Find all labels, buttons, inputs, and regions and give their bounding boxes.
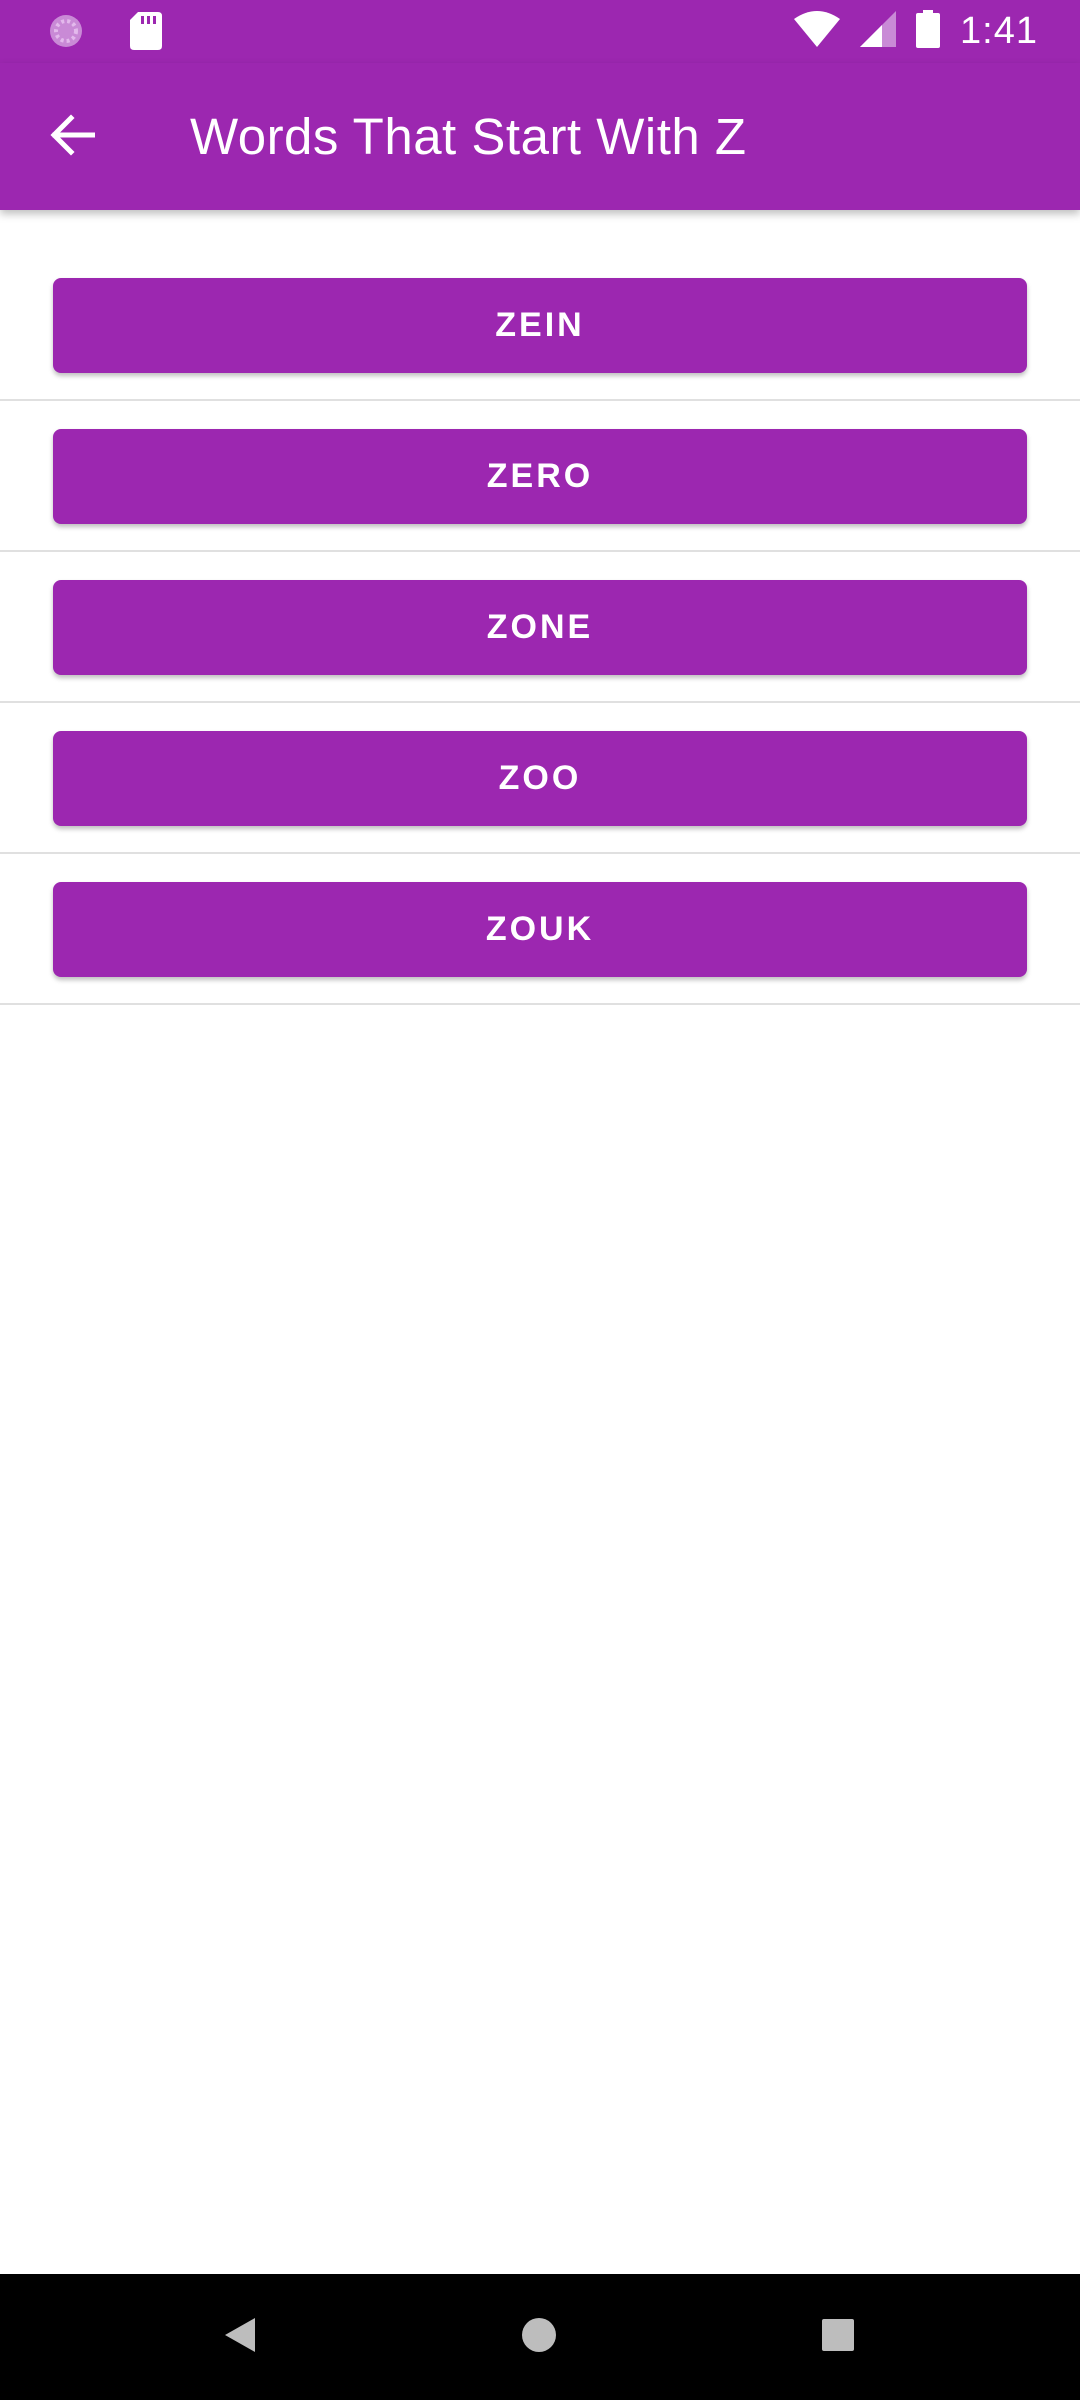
nav-recents-button[interactable] [812, 2311, 864, 2363]
word-button-zein[interactable]: ZEIN [53, 278, 1027, 373]
home-circle-icon [520, 2316, 558, 2359]
nav-back-button[interactable] [214, 2311, 266, 2363]
signal-icon [860, 11, 897, 52]
list-item: ZEIN [0, 250, 1080, 401]
word-button-zoo[interactable]: ZOO [53, 731, 1027, 826]
word-button-zone[interactable]: ZONE [53, 580, 1027, 675]
word-list: ZEIN ZERO ZONE ZOO ZOUK [0, 250, 1080, 1005]
app-bar: Words That Start With Z [0, 63, 1080, 210]
sd-card-icon [130, 12, 162, 55]
wifi-icon [794, 11, 841, 52]
loading-icon [48, 13, 84, 54]
recents-square-icon [821, 2318, 855, 2357]
navigation-bar [0, 2274, 1080, 2400]
list-item: ZERO [0, 401, 1080, 552]
list-item: ZONE [0, 552, 1080, 703]
word-button-zero[interactable]: ZERO [53, 429, 1027, 524]
battery-icon [916, 10, 941, 53]
back-triangle-icon [223, 2316, 257, 2359]
arrow-back-icon [49, 112, 96, 163]
status-bar: 1:41 [0, 0, 1080, 63]
page-title: Words That Start With Z [190, 108, 747, 165]
back-button[interactable] [34, 99, 110, 175]
nav-home-button[interactable] [513, 2311, 565, 2363]
list-item: ZOUK [0, 854, 1080, 1005]
status-time: 1:41 [960, 10, 1038, 52]
list-item: ZOO [0, 703, 1080, 854]
word-button-zouk[interactable]: ZOUK [53, 882, 1027, 977]
